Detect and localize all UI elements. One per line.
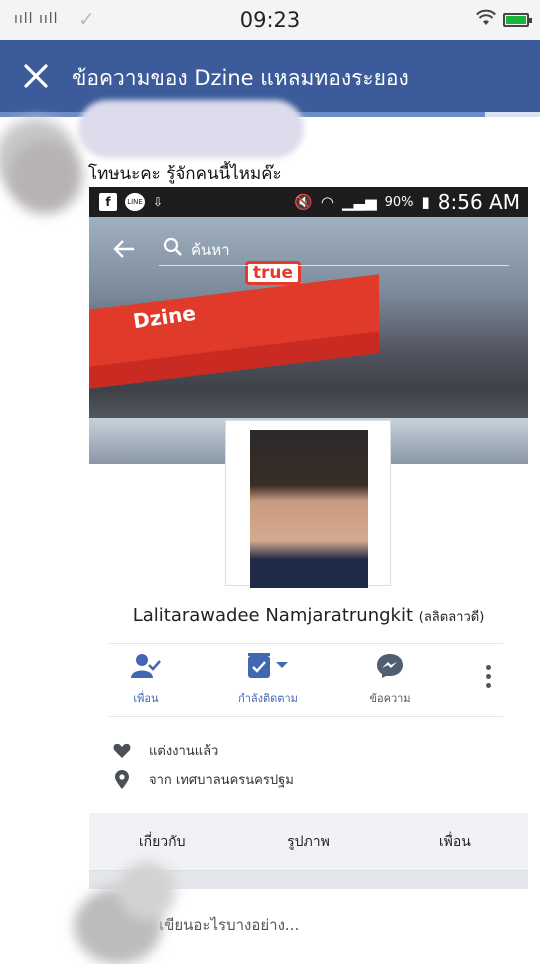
shared-screenshot[interactable]: f LINE ⇩ 🔇 ◠ ▁▃▅ 90% ▮ 8:56 AM Dzine tru… (89, 187, 528, 960)
message-button[interactable]: ข้อความ (335, 653, 445, 707)
message-label: ข้อความ (369, 692, 411, 705)
relationship-info: แต่งงานแล้ว (113, 740, 218, 761)
blurred-avatar-bottom-2 (118, 862, 176, 920)
profile-picture-frame[interactable] (225, 420, 391, 588)
battery-level: 90% (384, 194, 414, 210)
download-icon: ⇩ (153, 195, 164, 209)
profile-alt-name: (ลลิตลาวดี) (418, 610, 485, 625)
blurred-avatar-2 (8, 140, 82, 214)
search-input[interactable]: ค้นหา (191, 238, 230, 262)
messenger-icon (377, 654, 403, 678)
clock: 09:23 (239, 8, 301, 32)
friends-label: เพื่อน (133, 692, 159, 705)
embedded-clock: 8:56 AM (437, 190, 520, 214)
back-arrow-icon[interactable] (113, 239, 135, 259)
divider (109, 716, 503, 717)
message-text: โทษนะคะ รู้จักคนนี้ไหมค๊ะ (88, 164, 282, 184)
following-label: กำลังติดตาม (238, 692, 298, 705)
facebook-icon: f (99, 193, 117, 211)
following-button[interactable]: กำลังติดตาม (213, 653, 323, 707)
wifi-icon: ◠ (320, 193, 334, 211)
profile-name: Lalitarawadee Namjaratrungkit (ลลิตลาวดี… (89, 605, 528, 627)
status-bar: ııll ııll ✓ 09:23 (0, 0, 540, 40)
signal-icon: ▁▃▅ (342, 193, 377, 211)
battery-icon (503, 13, 532, 27)
following-icon (248, 653, 288, 678)
embedded-status-bar: f LINE ⇩ 🔇 ◠ ▁▃▅ 90% ▮ 8:56 AM (89, 187, 528, 217)
profile-name-text: Lalitarawadee Namjaratrungkit (132, 605, 414, 626)
friends-button[interactable]: เพื่อน (91, 653, 201, 707)
search-underline (159, 265, 509, 266)
search-icon[interactable] (163, 237, 183, 257)
hometown-info: จาก เทศบาลนครนครปฐม (113, 769, 294, 790)
battery-icon: ▮ (421, 193, 430, 211)
location-pin-icon (115, 769, 129, 789)
blurred-message-bubble (78, 100, 304, 158)
divider (109, 643, 503, 644)
line-icon: LINE (125, 193, 145, 211)
post-composer[interactable]: เขียนอะไรบางอย่าง... (159, 913, 299, 937)
wifi-icon (476, 9, 496, 25)
heart-icon (113, 743, 131, 758)
tab-photos[interactable]: รูปภาพ (235, 813, 381, 870)
tab-about[interactable]: เกี่ยวกับ (89, 813, 235, 870)
page-title: ข้อความของ Dzine แหลมทองระยอง (72, 66, 409, 90)
hometown-text: จาก เทศบาลนครนครปฐม (149, 773, 294, 788)
relationship-text: แต่งงานแล้ว (149, 744, 219, 759)
tab-friends[interactable]: เพื่อน (382, 813, 528, 870)
friend-check-icon (131, 654, 161, 678)
mute-icon: 🔇 (294, 193, 313, 211)
profile-picture (250, 430, 368, 588)
more-options-icon[interactable] (482, 665, 494, 691)
close-icon[interactable] (22, 62, 50, 90)
